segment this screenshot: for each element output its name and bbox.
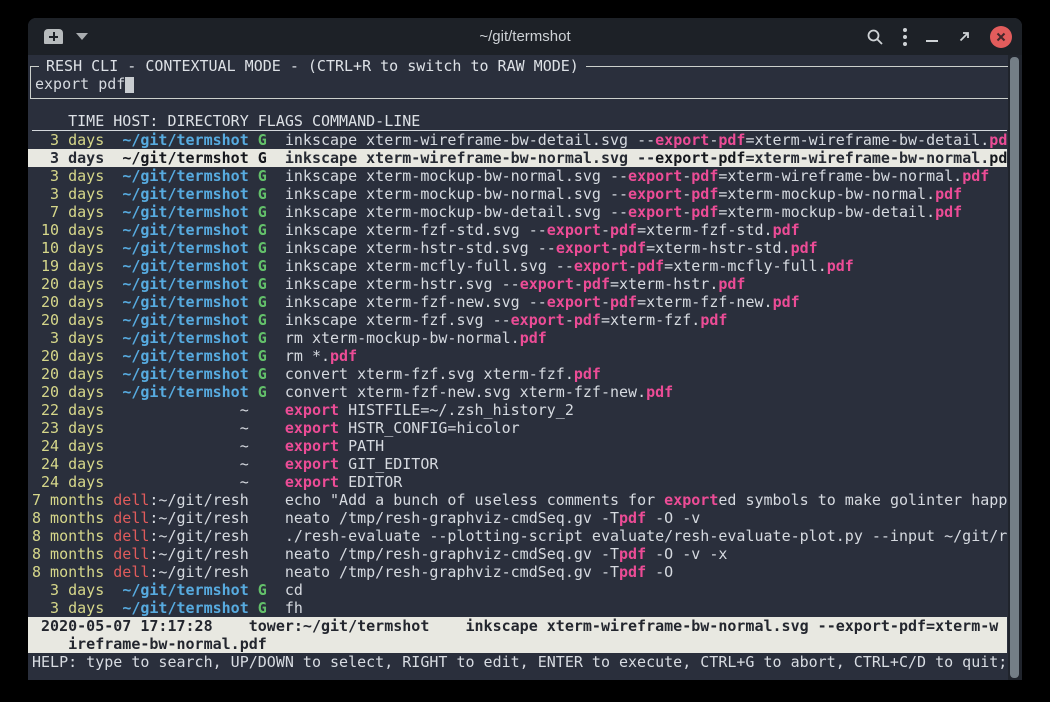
history-row[interactable]: 10 days ~/git/termshot G inkscape xterm-… bbox=[32, 221, 1007, 239]
table-header: TIME HOST: DIRECTORY FLAGS COMMAND-LINE bbox=[32, 112, 1007, 131]
minimize-icon bbox=[926, 40, 938, 42]
history-row[interactable]: 8 months dell:~/git/resh neato /tmp/resh… bbox=[32, 545, 1007, 563]
history-row[interactable]: 7 months dell:~/git/resh echo "Add a bun… bbox=[32, 491, 1007, 509]
history-row[interactable]: 3 days ~/git/termshot G inkscape xterm-w… bbox=[32, 131, 1007, 149]
close-icon bbox=[995, 31, 1007, 43]
search-frame: RESH CLI - CONTEXTUAL MODE - (CTRL+R to … bbox=[30, 66, 1010, 99]
restore-icon bbox=[957, 30, 971, 44]
history-row[interactable]: 23 days ~ export HSTR_CONFIG=hicolor bbox=[32, 419, 1007, 437]
search-button[interactable] bbox=[866, 28, 884, 46]
history-row[interactable]: 3 days ~/git/termshot G fh bbox=[32, 599, 1007, 617]
history-row[interactable]: 20 days ~/git/termshot G inkscape xterm-… bbox=[32, 293, 1007, 311]
history-list: 3 days ~/git/termshot G inkscape xterm-w… bbox=[32, 131, 1022, 617]
history-row[interactable]: 3 days ~/git/termshot G inkscape xterm-w… bbox=[28, 149, 1007, 167]
kebab-menu-icon bbox=[903, 28, 907, 46]
history-row[interactable]: 3 days ~/git/termshot G inkscape xterm-m… bbox=[32, 185, 1007, 203]
text-cursor bbox=[125, 77, 134, 93]
history-row[interactable]: 24 days ~ export GIT_EDITOR bbox=[32, 455, 1007, 473]
minimize-button[interactable] bbox=[926, 32, 938, 42]
history-row[interactable]: 24 days ~ export PATH bbox=[32, 437, 1007, 455]
history-row[interactable]: 7 days ~/git/termshot G inkscape xterm-m… bbox=[32, 203, 1007, 221]
status-line-1: 2020-05-07 17:17:28 tower:~/git/termshot… bbox=[28, 617, 1007, 635]
history-row[interactable]: 3 days ~/git/termshot G cd bbox=[32, 581, 1007, 599]
history-row[interactable]: 22 days ~ export HISTFILE=~/.zsh_history… bbox=[32, 401, 1007, 419]
restore-button[interactable] bbox=[957, 30, 971, 44]
history-row[interactable]: 20 days ~/git/termshot G convert xterm-f… bbox=[32, 365, 1007, 383]
history-row[interactable]: 8 months dell:~/git/resh neato /tmp/resh… bbox=[32, 563, 1007, 581]
terminal-content: RESH CLI - CONTEXTUAL MODE - (CTRL+R to … bbox=[28, 55, 1022, 680]
history-row[interactable]: 8 months dell:~/git/resh neato /tmp/resh… bbox=[32, 509, 1007, 527]
history-row[interactable]: 3 days ~/git/termshot G rm xterm-mockup-… bbox=[32, 329, 1007, 347]
search-query-text: export pdf bbox=[35, 75, 125, 93]
history-row[interactable]: 10 days ~/git/termshot G inkscape xterm-… bbox=[32, 239, 1007, 257]
titlebar: ~/git/termshot bbox=[28, 18, 1022, 55]
close-button[interactable] bbox=[990, 26, 1012, 48]
history-row[interactable]: 19 days ~/git/termshot G inkscape xterm-… bbox=[32, 257, 1007, 275]
search-query-line[interactable]: export pdf bbox=[35, 75, 1010, 93]
terminal-window: ~/git/termshot bbox=[28, 18, 1022, 680]
history-row[interactable]: 20 days ~/git/termshot G rm *.pdf bbox=[32, 347, 1007, 365]
scrollbar-thumb[interactable] bbox=[1010, 57, 1019, 678]
history-row[interactable]: 24 days ~ export EDITOR bbox=[32, 473, 1007, 491]
history-row[interactable]: 8 months dell:~/git/resh ./resh-evaluate… bbox=[32, 527, 1007, 545]
scrollbar-track bbox=[1008, 55, 1022, 680]
history-row[interactable]: 20 days ~/git/termshot G inkscape xterm-… bbox=[32, 311, 1007, 329]
help-bar: HELP: type to search, UP/DOWN to select,… bbox=[32, 653, 1007, 671]
search-icon bbox=[866, 28, 884, 46]
menu-button[interactable] bbox=[903, 28, 907, 46]
history-row[interactable]: 20 days ~/git/termshot G inkscape xterm-… bbox=[32, 275, 1007, 293]
history-row[interactable]: 3 days ~/git/termshot G inkscape xterm-m… bbox=[32, 167, 1007, 185]
mode-title: RESH CLI - CONTEXTUAL MODE - (CTRL+R to … bbox=[39, 57, 586, 75]
history-row[interactable]: 20 days ~/git/termshot G convert xterm-f… bbox=[32, 383, 1007, 401]
status-line-2: ireframe-bw-normal.pdf bbox=[28, 635, 1007, 653]
